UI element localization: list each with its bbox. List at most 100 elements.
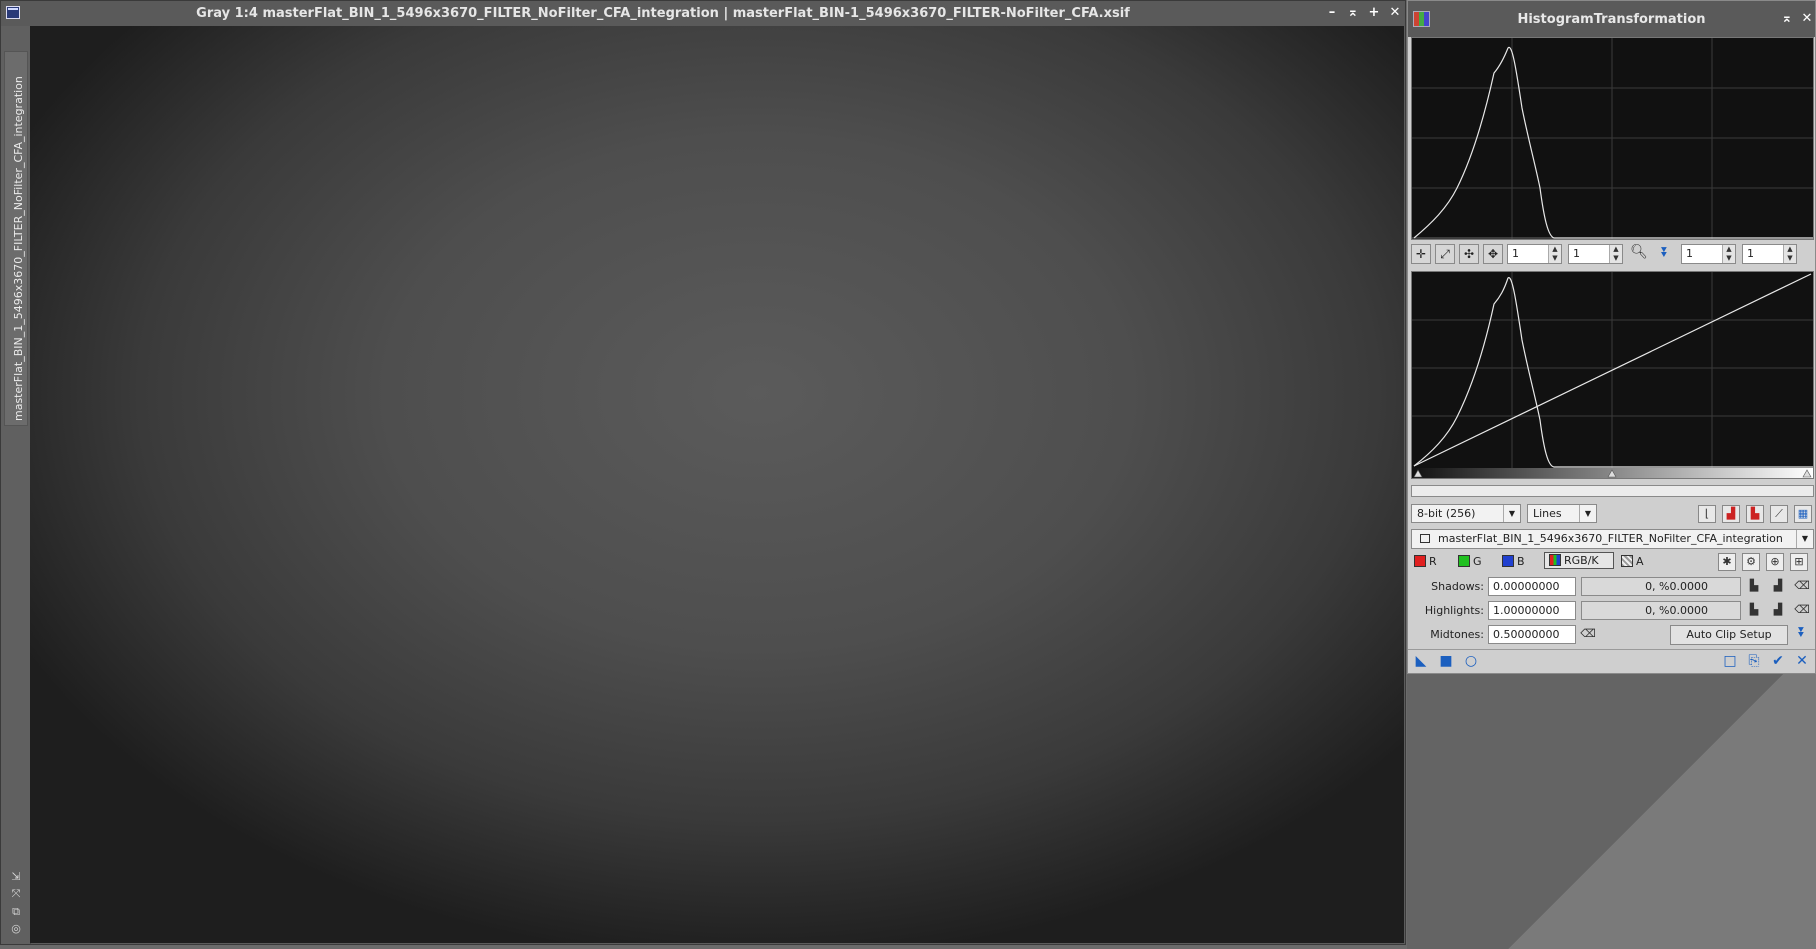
histogram-icon[interactable]: ▟ — [1770, 578, 1786, 594]
dropdown-arrow-icon[interactable]: ▼ — [1503, 505, 1520, 522]
zoom-in-cursor-icon[interactable]: ⊕ — [1766, 553, 1784, 571]
pan-icon[interactable]: ✥ — [1483, 244, 1503, 264]
input-histogram-graph[interactable] — [1411, 37, 1814, 240]
image-window: Gray 1:4 masterFlat_BIN_1_5496x3670_FILT… — [0, 0, 1406, 945]
histogram-panel-titlebar[interactable]: HistogramTransformation ⌅ ✕ — [1408, 1, 1815, 37]
new-instance-icon[interactable]: ◣ — [1413, 653, 1429, 669]
clone-view-icon[interactable]: ⧉ — [10, 906, 22, 918]
fit-view-icon[interactable]: ⇲ — [10, 871, 22, 883]
output-vertical-zoom-value: 1 — [1747, 247, 1754, 260]
channel-g-swatch — [1458, 555, 1470, 567]
histogram-icon[interactable]: ▟ — [1770, 602, 1786, 618]
panel-divider — [1408, 649, 1815, 650]
view-selector-combo[interactable]: masterFlat_BIN_1_5496x3670_FILTER_NoFilt… — [1411, 529, 1814, 549]
asterisk-icon[interactable]: ✱ — [1718, 553, 1736, 571]
magnifier-icon[interactable]: 🔍︎ — [1629, 244, 1649, 260]
log-scale-icon[interactable]: ⌊ — [1698, 505, 1716, 523]
channel-b-swatch — [1502, 555, 1514, 567]
output-horizontal-zoom-value: 1 — [1686, 247, 1693, 260]
image-side-bar: masterFlat_BIN_1_5496x3670_FILTER_NoFilt… — [1, 26, 31, 944]
panel-close-button[interactable]: ✕ — [1798, 11, 1816, 27]
channel-g-checkbox[interactable]: G — [1458, 555, 1482, 568]
dropdown-arrow-icon[interactable]: ▼ — [1796, 530, 1813, 548]
output-vertical-zoom-spinner[interactable]: 1 ▲ ▼ — [1742, 244, 1797, 264]
shadows-clipping-readout: 0, %0.0000 — [1581, 577, 1741, 596]
minimize-button[interactable]: – — [1323, 5, 1341, 21]
reset-all-icon[interactable]: ✕ — [1794, 653, 1810, 669]
real-time-preview-icon[interactable]: ○ — [1463, 653, 1479, 669]
view-selector-value: masterFlat_BIN_1_5496x3670_FILTER_NoFilt… — [1438, 532, 1783, 545]
resolution-combo[interactable]: 8-bit (256) ▼ — [1411, 504, 1521, 523]
workspace-background — [1407, 674, 1816, 949]
spin-arrows-icon[interactable]: ▲ ▼ — [1548, 245, 1561, 263]
spin-arrows-icon[interactable]: ▲ ▼ — [1609, 245, 1622, 263]
zoom-fit-icon[interactable]: ⤢ — [1435, 244, 1455, 264]
histogram-transformation-panel: HistogramTransformation ⌅ ✕ ✛ ⤢ ✣ ✥ 1 ▲ ▼ … — [1407, 0, 1816, 674]
image-canvas[interactable] — [30, 26, 1404, 943]
apply-check-icon[interactable]: ✔ — [1770, 653, 1786, 669]
histogram-icon[interactable]: ▙ — [1746, 578, 1762, 594]
double-chevron-down-icon[interactable]: ⏬︎ — [1794, 625, 1810, 641]
shade-button[interactable]: ⌅ — [1344, 5, 1362, 21]
rejection-icon[interactable]: ▟ — [1722, 505, 1740, 523]
channel-rgbk-label: RGB/K — [1564, 554, 1599, 567]
view-icon — [1420, 534, 1430, 543]
channel-rgbk-swatch — [1549, 554, 1561, 566]
highlights-clipping-readout: 0, %0.0000 — [1581, 601, 1741, 620]
double-chevron-down-icon[interactable]: ⏬︎ — [1655, 245, 1675, 261]
zoom-to-fit-icon[interactable]: ⤧ — [10, 888, 22, 900]
browse-documentation-icon[interactable]: □ — [1722, 653, 1738, 669]
shadows-input[interactable]: 0.00000000 — [1488, 577, 1576, 596]
reset-icon[interactable]: ⌫ — [1794, 578, 1810, 594]
maximize-button[interactable]: + — [1365, 5, 1383, 21]
channel-r-label: R — [1429, 555, 1437, 568]
image-identifier-label: masterFlat_BIN_1_5496x3670_FILTER_NoFilt… — [12, 76, 25, 421]
auto-clip-setup-button[interactable]: Auto Clip Setup — [1670, 625, 1788, 645]
channel-a-swatch — [1621, 555, 1633, 567]
graph-style-combo[interactable]: Lines ▼ — [1527, 504, 1597, 523]
target-icon[interactable]: ◎ — [10, 923, 22, 935]
histogram-icon[interactable]: ▙ — [1746, 602, 1762, 618]
midtones-input[interactable]: 0.50000000 — [1488, 625, 1576, 644]
show-clipping-icon[interactable]: ▙ — [1746, 505, 1764, 523]
spin-arrows-icon[interactable]: ▲ ▼ — [1722, 245, 1735, 263]
output-histogram-graph[interactable] — [1411, 271, 1814, 479]
highlights-label: Highlights: — [1424, 604, 1484, 617]
channel-a-checkbox[interactable]: A — [1621, 555, 1644, 568]
apply-global-icon[interactable]: ■ — [1438, 653, 1454, 669]
channel-a-label: A — [1636, 555, 1644, 568]
channel-b-label: B — [1517, 555, 1525, 568]
channel-g-label: G — [1473, 555, 1482, 568]
midtones-label: Midtones: — [1430, 628, 1484, 641]
resolution-value: 8-bit (256) — [1417, 507, 1476, 520]
close-button[interactable]: ✕ — [1386, 5, 1404, 21]
show-curve-icon[interactable]: ⟋ — [1770, 505, 1788, 523]
histogram-zoom-toolbar: ✛ ⤢ ✣ ✥ 1 ▲ ▼ 1 ▲ ▼ 🔍︎ ⏬︎ 1 ▲ ▼ 1 ▲ ▼ — [1411, 242, 1814, 266]
reset-icon[interactable]: ⌫ — [1794, 602, 1810, 618]
highlights-input[interactable]: 1.00000000 — [1488, 601, 1576, 620]
save-instance-icon[interactable]: ⎘ — [1746, 653, 1762, 669]
channel-r-swatch — [1414, 555, 1426, 567]
zoom-in-icon[interactable]: ✣ — [1459, 244, 1479, 264]
channel-rgbk-toggle[interactable]: RGB/K — [1544, 552, 1614, 569]
horizontal-zoom-value: 1 — [1512, 247, 1519, 260]
panel-shade-button[interactable]: ⌅ — [1778, 11, 1796, 27]
image-window-titlebar[interactable]: Gray 1:4 masterFlat_BIN_1_5496x3670_FILT… — [1, 1, 1405, 26]
image-window-title: Gray 1:4 masterFlat_BIN_1_5496x3670_FILT… — [196, 6, 1130, 21]
dropdown-arrow-icon[interactable]: ▼ — [1579, 505, 1596, 522]
channel-b-checkbox[interactable]: B — [1502, 555, 1525, 568]
graph-style-value: Lines — [1533, 507, 1562, 520]
spin-arrows-icon[interactable]: ▲ ▼ — [1783, 245, 1796, 263]
histogram-panel-title: HistogramTransformation — [1517, 12, 1706, 27]
midtones-slider-bar[interactable] — [1411, 485, 1814, 497]
reset-icon[interactable]: ⌫ — [1580, 626, 1596, 642]
show-grid-icon[interactable]: ▦ — [1794, 505, 1812, 523]
image-identifier-tab[interactable]: masterFlat_BIN_1_5496x3670_FILTER_NoFilt… — [4, 51, 28, 426]
output-horizontal-zoom-spinner[interactable]: 1 ▲ ▼ — [1681, 244, 1736, 264]
horizontal-zoom-spinner[interactable]: 1 ▲ ▼ — [1507, 244, 1562, 264]
zoom-out-cursor-icon[interactable]: ⊞ — [1790, 553, 1808, 571]
gear-icon[interactable]: ⚙︎ — [1742, 553, 1760, 571]
channel-r-checkbox[interactable]: R — [1414, 555, 1437, 568]
crosshair-icon[interactable]: ✛ — [1411, 244, 1431, 264]
vertical-zoom-spinner[interactable]: 1 ▲ ▼ — [1568, 244, 1623, 264]
